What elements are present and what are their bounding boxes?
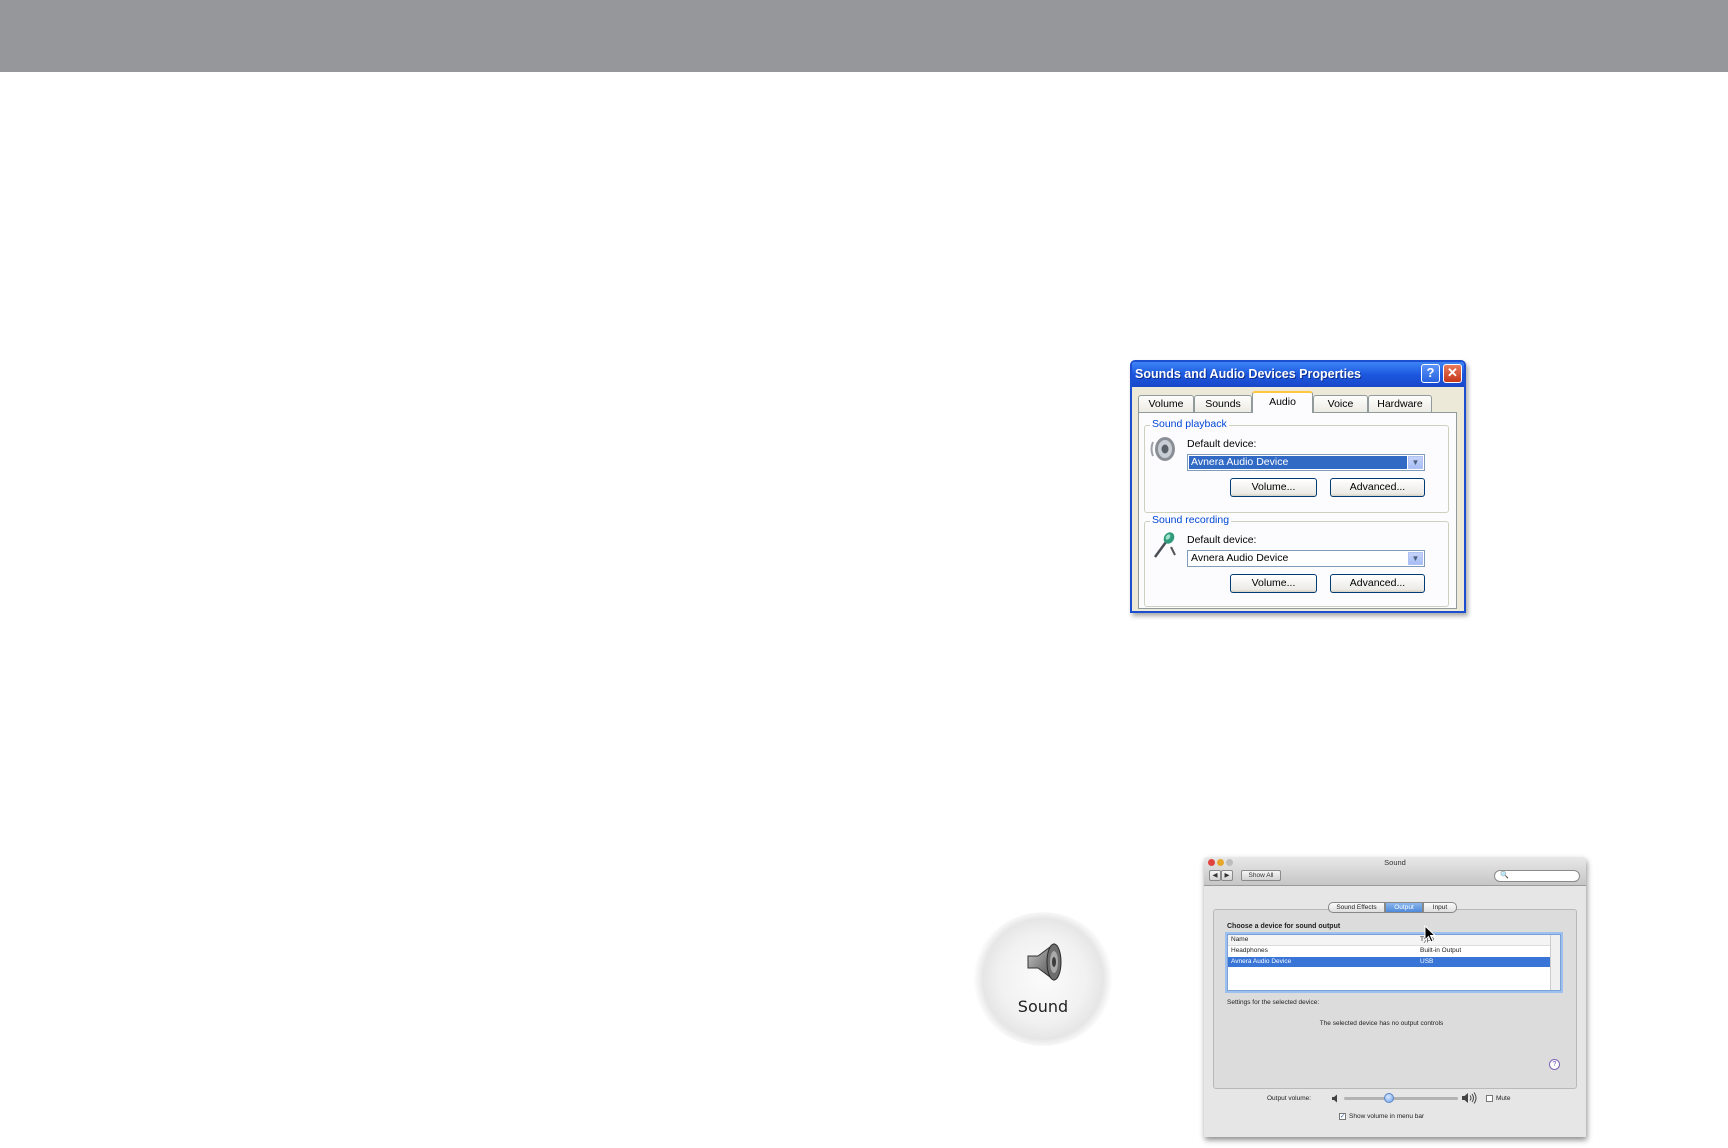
help-button[interactable]: ? — [1549, 1059, 1560, 1070]
window-title: Sound — [1384, 858, 1406, 867]
tab-sound-effects[interactable]: Sound Effects — [1328, 902, 1385, 913]
window-title-bar[interactable]: Sound ◀ ▶ Show All 🔍 — [1204, 857, 1586, 886]
dialog-title-bar[interactable]: Sounds and Audio Devices Properties ? ✕ — [1132, 362, 1464, 387]
device-type: USB — [1420, 958, 1434, 965]
back-button[interactable]: ◀ — [1209, 870, 1221, 881]
table-row[interactable]: Avnera Audio Device USB — [1228, 957, 1551, 967]
playback-device-select[interactable]: Avnera Audio Device ▼ — [1187, 454, 1425, 471]
sounds-audio-devices-dialog: Sounds and Audio Devices Properties ? ✕ … — [1130, 360, 1466, 613]
checkmark-icon: ✓ — [1340, 1114, 1346, 1120]
recording-device-value: Avnera Audio Device — [1191, 552, 1289, 564]
dialog-title: Sounds and Audio Devices Properties — [1135, 367, 1361, 381]
microphone-icon — [1153, 532, 1176, 558]
playback-volume-button[interactable]: Volume... — [1230, 478, 1317, 497]
table-scrollbar[interactable] — [1550, 935, 1560, 990]
device-type: Built-in Output — [1420, 947, 1462, 954]
device-name: Headphones — [1231, 947, 1268, 954]
tab-hardware[interactable]: Hardware — [1368, 395, 1432, 412]
mute-checkbox[interactable] — [1486, 1095, 1493, 1102]
sound-icon-label: Sound — [1017, 997, 1069, 1016]
sound-recording-label: Sound recording — [1150, 514, 1232, 526]
tab-voice[interactable]: Voice — [1313, 395, 1368, 412]
output-volume-slider[interactable] — [1344, 1093, 1458, 1103]
top-banner — [0, 0, 1728, 72]
audio-tab-panel: Sound playback Default device: Avnera Au… — [1138, 412, 1457, 609]
device-name: Avnera Audio Device — [1231, 958, 1292, 965]
playback-device-value: Avnera Audio Device — [1189, 456, 1407, 469]
sound-preference-icon[interactable]: Sound — [973, 912, 1113, 1046]
show-all-button[interactable]: Show All — [1241, 870, 1281, 881]
sound-preferences-window: Sound ◀ ▶ Show All 🔍 Sound Effects Outpu… — [1204, 857, 1586, 1137]
volume-slider-knob[interactable] — [1383, 1093, 1394, 1103]
output-volume-label: Output volume: — [1267, 1095, 1312, 1102]
sound-recording-group: Sound recording Default device: Avnera A… — [1144, 514, 1449, 607]
search-input[interactable]: 🔍 — [1494, 870, 1580, 882]
speaker-icon — [1150, 437, 1175, 461]
sound-playback-label: Sound playback — [1150, 418, 1229, 430]
forward-button[interactable]: ▶ — [1221, 870, 1233, 881]
tab-audio[interactable]: Audio — [1252, 391, 1313, 413]
playback-default-device-label: Default device: — [1187, 438, 1257, 450]
recording-volume-button[interactable]: Volume... — [1230, 574, 1317, 593]
recording-device-select[interactable]: Avnera Audio Device ▼ — [1187, 550, 1425, 567]
tab-input[interactable]: Input — [1423, 902, 1457, 913]
tab-sounds[interactable]: Sounds — [1194, 395, 1252, 412]
mouse-pointer-icon — [1424, 925, 1436, 943]
table-row[interactable]: Headphones Built-in Output — [1228, 946, 1551, 956]
output-heading: Choose a device for sound output — [1227, 923, 1341, 930]
volume-high-icon — [1462, 1092, 1477, 1104]
settings-label: Settings for the selected device: — [1227, 999, 1320, 1006]
playback-advanced-button[interactable]: Advanced... — [1330, 478, 1425, 497]
output-device-table[interactable]: Name Type Headphones Built-in Output Avn… — [1227, 934, 1561, 991]
table-header: Name Type — [1228, 935, 1551, 946]
search-icon: 🔍 — [1500, 872, 1509, 879]
mute-label: Mute — [1496, 1095, 1511, 1102]
recording-default-device-label: Default device: — [1187, 534, 1257, 546]
no-controls-message: The selected device has no output contro… — [1319, 1020, 1444, 1027]
show-volume-label: Show volume in menu bar — [1349, 1113, 1425, 1120]
chevron-down-icon[interactable]: ▼ — [1408, 552, 1423, 565]
column-header-name[interactable]: Name — [1231, 935, 1248, 945]
close-button[interactable]: ✕ — [1443, 364, 1462, 383]
help-button[interactable]: ? — [1421, 364, 1440, 383]
tab-volume[interactable]: Volume — [1138, 395, 1194, 412]
speaker-icon — [1027, 943, 1062, 981]
chevron-down-icon[interactable]: ▼ — [1408, 456, 1423, 469]
sound-playback-group: Sound playback Default device: Avnera Au… — [1144, 418, 1449, 513]
volume-low-icon — [1332, 1094, 1337, 1103]
show-volume-checkbox[interactable]: ✓ — [1339, 1113, 1346, 1120]
tab-output[interactable]: Output — [1385, 902, 1423, 913]
recording-advanced-button[interactable]: Advanced... — [1330, 574, 1425, 593]
dialog-tabs: Volume Sounds Audio Voice Hardware — [1138, 391, 1458, 413]
